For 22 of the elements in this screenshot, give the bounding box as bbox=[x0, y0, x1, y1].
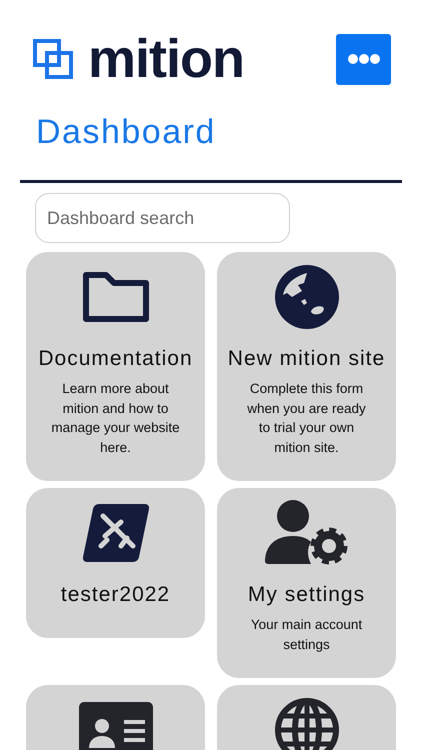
globe-icon bbox=[274, 698, 338, 750]
more-icon bbox=[348, 54, 380, 64]
card-description: Learn more about mition and how to manage your website here. bbox=[50, 380, 181, 456]
dashboard-card[interactable]: New mition site Complete this form when you are ready to trial your own mition site. bbox=[217, 252, 396, 481]
earth-icon bbox=[274, 265, 338, 329]
card-title: My settings bbox=[248, 582, 366, 607]
page-title: Dashboard bbox=[35, 112, 217, 153]
logo-text: mition bbox=[88, 32, 244, 86]
dashboard-card[interactable]: My settings Your main account settings bbox=[217, 488, 396, 678]
dashboard-card[interactable]: tester2022 bbox=[26, 488, 205, 638]
card-title: Documentation bbox=[38, 346, 193, 371]
folder-icon bbox=[82, 271, 150, 323]
card-description: Complete this form when you are ready to trial your own mition site. bbox=[246, 380, 367, 456]
card-title: tester2022 bbox=[60, 582, 170, 607]
dashboard-card[interactable]: Documentation Learn more about mition and how to manage your website here. bbox=[26, 252, 205, 481]
id-card-icon bbox=[78, 702, 152, 750]
user-gear-icon bbox=[264, 500, 348, 566]
card-title: New mition site bbox=[228, 346, 386, 371]
more-button[interactable] bbox=[336, 34, 391, 84]
logo-icon bbox=[32, 38, 74, 80]
card-description: Your main account settings bbox=[250, 616, 364, 654]
search-field[interactable]: Dashboard search bbox=[35, 193, 290, 243]
